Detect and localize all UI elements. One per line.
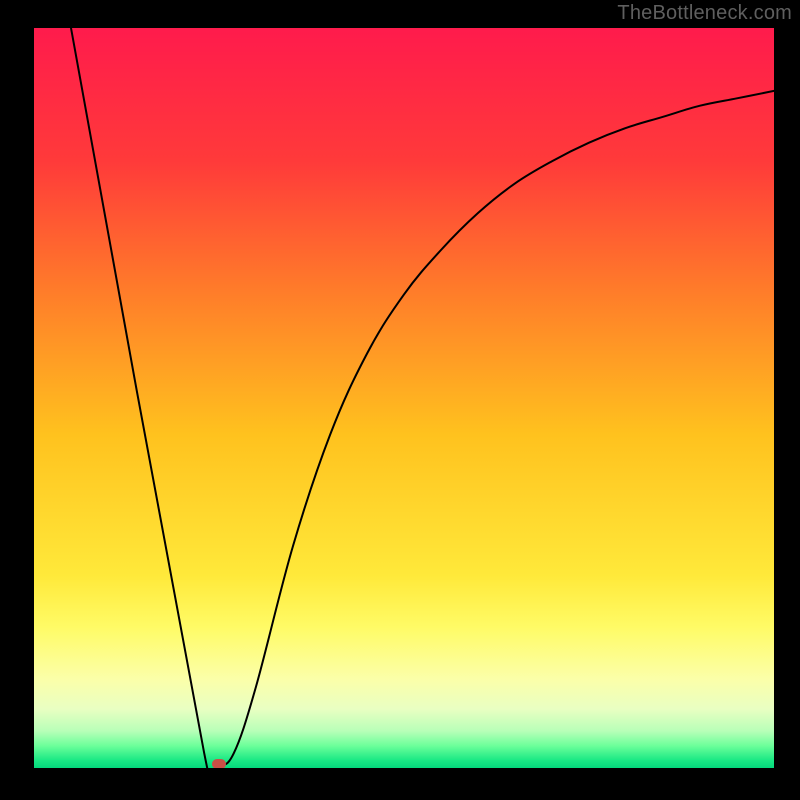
watermark-text: TheBottleneck.com [617,2,792,25]
bottleneck-curve [34,28,774,768]
chart-frame: TheBottleneck.com [0,0,800,800]
plot-inner [34,28,774,768]
optimal-point-marker [212,759,226,768]
plot-area [34,28,774,768]
